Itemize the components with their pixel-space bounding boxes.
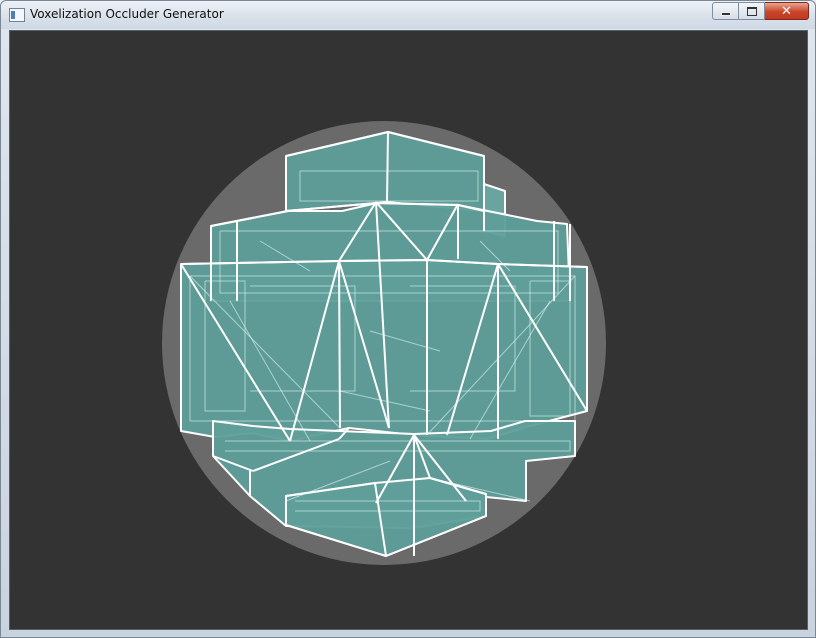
close-button[interactable]: ✕ bbox=[765, 2, 809, 20]
caption-buttons: ✕ bbox=[712, 2, 809, 21]
maximize-button[interactable] bbox=[739, 2, 765, 20]
app-icon[interactable] bbox=[9, 8, 25, 22]
minimize-icon bbox=[720, 12, 731, 16]
maximize-icon bbox=[746, 6, 757, 16]
window-title: Voxelization Occluder Generator bbox=[30, 7, 224, 21]
occluder-scene bbox=[162, 121, 606, 565]
minimize-button[interactable] bbox=[712, 2, 739, 20]
app-window: Voxelization Occluder Generator ✕ bbox=[0, 0, 816, 638]
render-viewport[interactable] bbox=[9, 30, 808, 630]
title-bar[interactable]: Voxelization Occluder Generator ✕ bbox=[1, 1, 815, 29]
close-icon: ✕ bbox=[781, 3, 792, 19]
